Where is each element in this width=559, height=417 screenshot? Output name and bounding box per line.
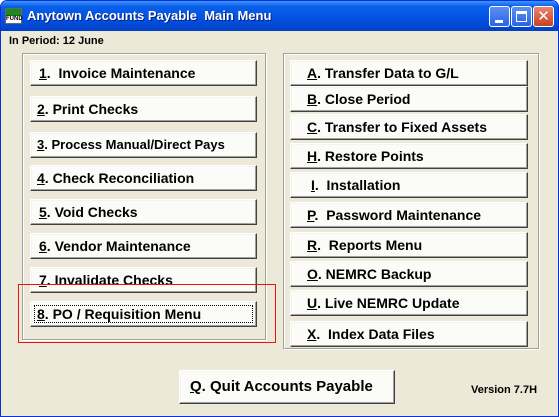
index-data-files-button[interactable]: X. Index Data Files bbox=[290, 321, 528, 347]
button-label: . Transfer to Fixed Assets bbox=[317, 119, 487, 135]
hotkey: C bbox=[307, 119, 318, 135]
button-label: . PO / Requisition Menu bbox=[44, 306, 202, 322]
button-label: . Restore Points bbox=[317, 148, 424, 164]
button-label: . Process Manual/Direct Pays bbox=[44, 137, 225, 152]
hotkey: H bbox=[307, 148, 318, 164]
hotkey: 5 bbox=[39, 204, 47, 220]
invalidate-checks-button[interactable]: 7. Invalidate Checks bbox=[30, 267, 257, 293]
hotkey: O bbox=[307, 266, 318, 282]
quit-accounts-payable-button[interactable]: Q. Quit Accounts Payable bbox=[179, 370, 395, 404]
transfer-to-fixed-assets-button[interactable]: C. Transfer to Fixed Assets bbox=[290, 114, 528, 140]
version-label: Version 7.7H bbox=[471, 384, 538, 396]
print-checks-button[interactable]: 2. Print Checks bbox=[30, 96, 257, 122]
hotkey: 6 bbox=[39, 238, 47, 254]
hotkey: B bbox=[307, 91, 318, 107]
button-label: . Check Reconciliation bbox=[44, 170, 195, 186]
hotkey: 8 bbox=[37, 306, 45, 322]
button-label: . Invalidate Checks bbox=[46, 272, 173, 288]
hotkey: P bbox=[307, 207, 315, 223]
button-label: . Transfer Data to G/L bbox=[317, 65, 459, 81]
password-maintenance-button[interactable]: P. Password Maintenance bbox=[290, 202, 528, 228]
process-manual-direct-pays-button[interactable]: 3. Process Manual/Direct Pays bbox=[30, 132, 257, 158]
close-icon: ✕ bbox=[537, 8, 550, 25]
minimize-icon bbox=[495, 20, 503, 23]
transfer-data-to-gl-button[interactable]: A. Transfer Data to G/L bbox=[290, 60, 528, 86]
button-label: . Invoice Maintenance bbox=[46, 65, 196, 81]
window-title: Anytown Accounts Payable Main Menu bbox=[27, 8, 272, 23]
live-nemrc-update-button[interactable]: U. Live NEMRC Update bbox=[290, 290, 528, 316]
period-label: In Period: 12 June bbox=[9, 35, 104, 47]
reports-menu-button[interactable]: R. Reports Menu bbox=[290, 232, 528, 258]
check-reconciliation-button[interactable]: 4. Check Reconciliation bbox=[30, 165, 257, 191]
minimize-button[interactable] bbox=[489, 6, 510, 27]
title-bar[interactable]: FUND Anytown Accounts Payable Main Menu … bbox=[1, 1, 558, 31]
invoice-maintenance-button[interactable]: 1. Invoice Maintenance bbox=[30, 60, 257, 86]
hotkey: 4 bbox=[37, 170, 45, 186]
hotkey: R bbox=[307, 237, 318, 253]
fund-app-icon: FUND bbox=[5, 8, 23, 24]
button-label: . Password Maintenance bbox=[314, 207, 482, 223]
button-label: . Quit Accounts Payable bbox=[201, 378, 373, 395]
close-button[interactable]: ✕ bbox=[533, 6, 554, 27]
button-label: . Live NEMRC Update bbox=[317, 295, 460, 311]
button-label: . Reports Menu bbox=[317, 237, 423, 253]
button-label: . Print Checks bbox=[44, 101, 139, 117]
button-label: . Close Period bbox=[317, 91, 411, 107]
hotkey: 2 bbox=[37, 101, 45, 117]
button-label: . Vendor Maintenance bbox=[46, 238, 191, 254]
maximize-button[interactable] bbox=[511, 6, 532, 27]
maximize-icon bbox=[516, 11, 527, 22]
hotkey: X bbox=[307, 326, 317, 342]
restore-points-button[interactable]: H. Restore Points bbox=[290, 143, 528, 169]
hotkey: 7 bbox=[39, 272, 47, 288]
void-checks-button[interactable]: 5. Void Checks bbox=[30, 199, 257, 225]
nemrc-backup-button[interactable]: O. NEMRC Backup bbox=[290, 261, 528, 287]
button-label: . Index Data Files bbox=[316, 326, 435, 342]
installation-button[interactable]: I. Installation bbox=[290, 172, 528, 198]
hotkey: U bbox=[307, 295, 318, 311]
button-label: . NEMRC Backup bbox=[317, 266, 432, 282]
vendor-maintenance-button[interactable]: 6. Vendor Maintenance bbox=[30, 233, 257, 259]
button-label: . Installation bbox=[314, 177, 401, 193]
close-period-button[interactable]: B. Close Period bbox=[290, 86, 528, 112]
main-window: FUND Anytown Accounts Payable Main Menu … bbox=[0, 0, 559, 417]
hotkey: 1 bbox=[39, 65, 47, 81]
hotkey: A bbox=[307, 65, 318, 81]
po-requisition-menu-button[interactable]: 8. PO / Requisition Menu bbox=[30, 301, 257, 327]
button-label: . Void Checks bbox=[46, 204, 138, 220]
hotkey: Q bbox=[190, 378, 202, 395]
